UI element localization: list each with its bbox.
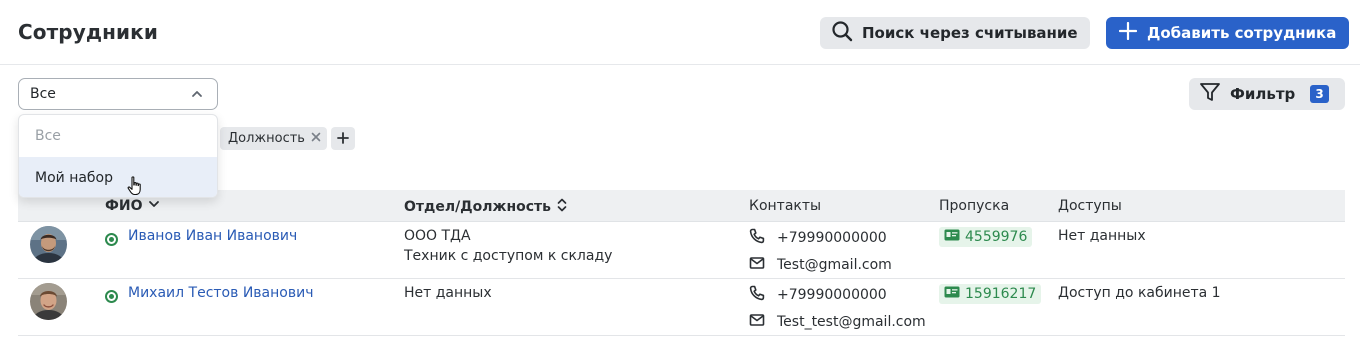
add-employee-button[interactable]: Добавить сотрудника [1106,17,1349,49]
table-row[interactable]: Михаил Тестов Иванович Нет данных +79990… [18,279,1345,336]
column-header-contacts: Контакты [749,198,822,214]
id-card-icon [944,286,960,302]
funnel-icon [1199,81,1221,107]
sort-icon [556,198,568,216]
email-text: Test@gmail.com [777,257,892,273]
phone-text: +79990000000 [777,230,887,246]
filter-button[interactable]: Фильтр 3 [1189,78,1345,110]
pointer-cursor-icon [127,176,145,200]
avatar [30,226,67,263]
contact-email: Test_test@gmail.com [749,313,926,331]
contact-email: Test@gmail.com [749,256,892,274]
plus-icon [1118,21,1138,44]
pass-badge[interactable]: 4559976 [939,227,1033,247]
contact-phone: +79990000000 [749,228,887,248]
dropdown-option-my-set[interactable]: Мой набор [19,157,217,197]
avatar [30,283,67,320]
access-text: Нет данных [1058,228,1146,244]
phone-icon [749,285,765,305]
add-filter-chip-button[interactable] [331,127,355,150]
column-header-department[interactable]: Отдел/Должность [404,198,568,216]
set-select-value: Все [30,86,56,102]
column-header-name[interactable]: ФИО [105,198,160,214]
filter-chip-label: Должность [228,131,305,146]
add-employee-label: Добавить сотрудника [1147,24,1337,42]
id-card-icon [944,229,960,245]
plus-icon [337,129,349,148]
column-header-access: Доступы [1058,198,1122,214]
pass-number: 15916217 [965,286,1037,302]
phone-icon [749,228,765,248]
scan-search-button[interactable]: Поиск через считывание [820,17,1090,49]
status-active-icon [105,290,118,303]
department-text: ООО ТДА [404,228,471,244]
filter-label: Фильтр [1230,85,1296,103]
phone-text: +79990000000 [777,287,887,303]
close-icon[interactable] [311,131,321,146]
employee-name-link[interactable]: Иванов Иван Иванович [128,228,297,244]
employee-name-link[interactable]: Михаил Тестов Иванович [128,285,313,301]
position-text: Техник с доступом к складу [404,248,613,264]
search-icon [831,20,853,46]
mail-icon [749,313,765,331]
set-select[interactable]: Все [18,78,218,110]
page-title: Сотрудники [18,20,158,44]
scan-search-label: Поиск через считывание [862,24,1078,42]
chevron-down-icon [148,198,160,214]
pass-badge[interactable]: 15916217 [939,284,1042,304]
mail-icon [749,256,765,274]
dropdown-option-all[interactable]: Все [19,115,217,157]
department-text: Нет данных [404,285,492,301]
column-header-department-label: Отдел/Должность [404,199,552,215]
email-text: Test_test@gmail.com [777,314,926,330]
table-row[interactable]: Иванов Иван Иванович ООО ТДА Техник с до… [18,222,1345,279]
access-text: Доступ до кабинета 1 [1058,285,1221,301]
column-header-name-label: ФИО [105,198,143,214]
page-header: Сотрудники Поиск через считывание Добави… [0,0,1360,65]
column-header-passes: Пропуска [939,198,1010,214]
filter-chip-position: Должность [220,127,327,150]
set-select-dropdown: Все Мой набор [18,114,218,198]
filter-count-badge: 3 [1310,85,1329,103]
status-active-icon [105,233,118,246]
contact-phone: +79990000000 [749,285,887,305]
pass-number: 4559976 [965,229,1028,245]
chevron-up-icon [191,88,203,104]
